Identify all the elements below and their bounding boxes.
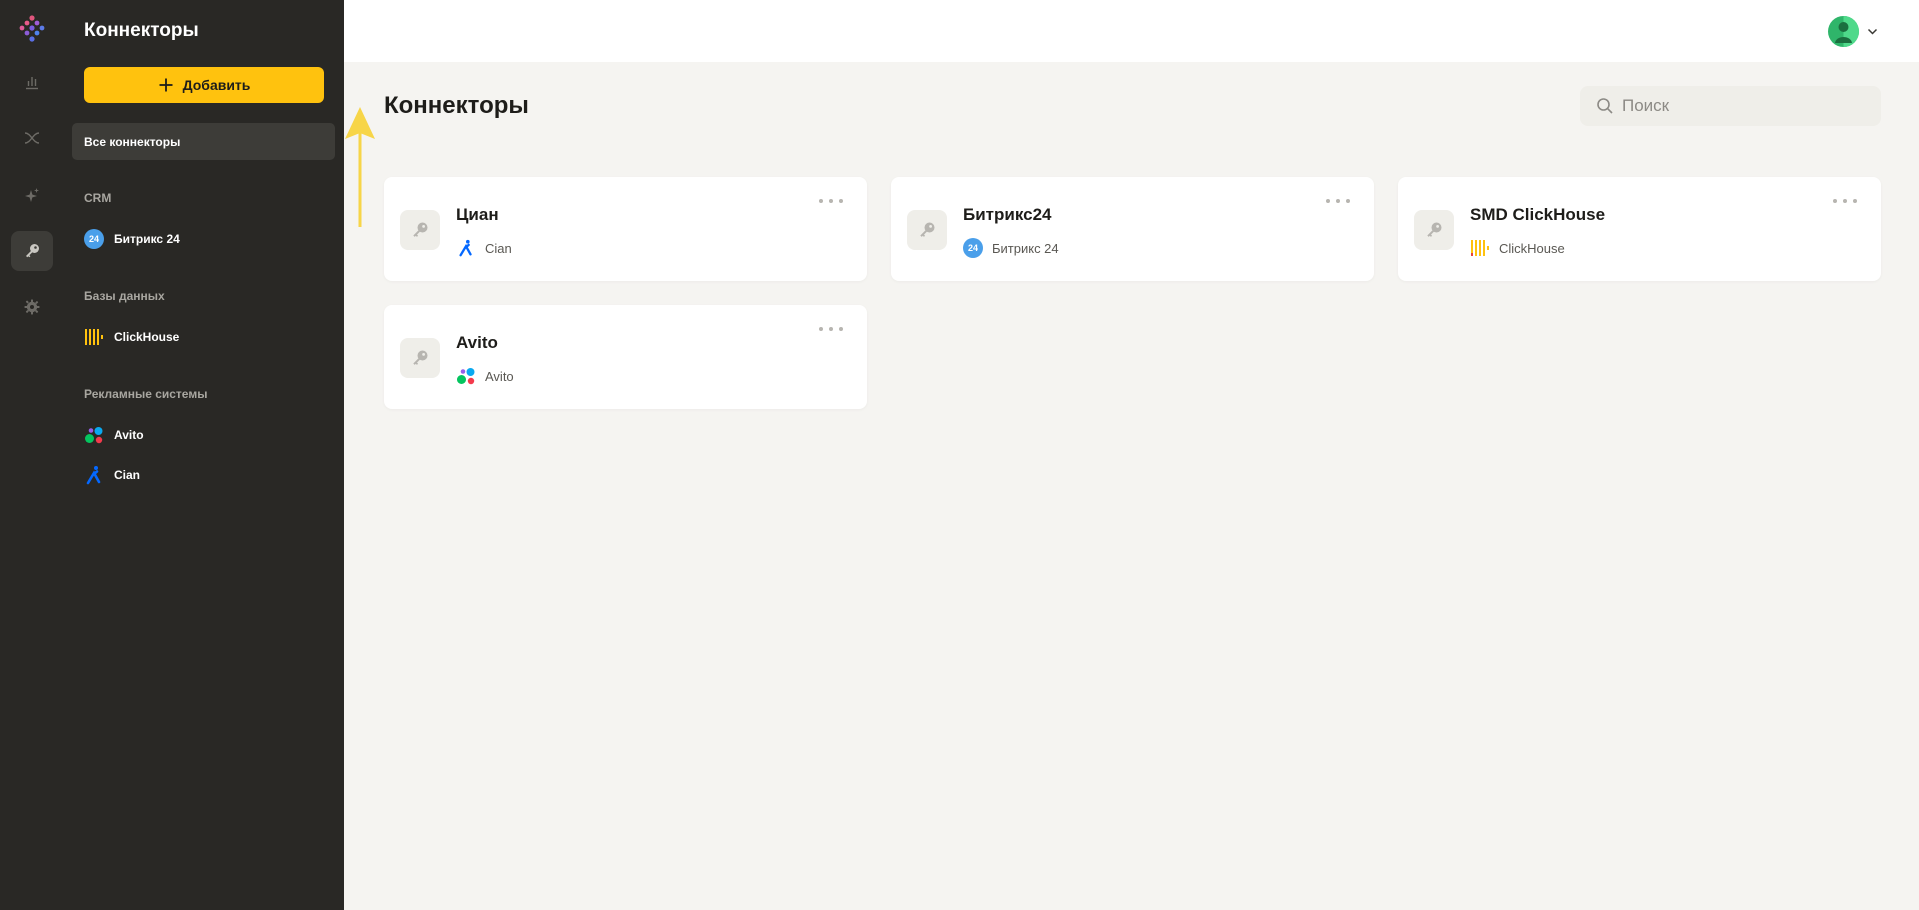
more-dots-icon [839,327,843,331]
sidebar-section-databases: Базы данных [84,289,165,303]
chevron-down-icon[interactable] [1866,25,1879,38]
sidebar-section-crm: CRM [84,191,112,205]
more-options-button[interactable] [819,321,843,337]
connector-name: Битрикс24 [963,205,1052,224]
key-icon [413,222,428,237]
connector-name: SMD ClickHouse [1470,205,1606,224]
app-logo[interactable] [17,14,47,44]
sidebar-item-bitrix24[interactable]: 24 Битрикс 24 [84,227,180,251]
sidebar-item-label: Все коннекторы [84,134,181,149]
rail-ai-button[interactable] [11,175,53,215]
rail-transform-button[interactable] [11,118,53,158]
user-avatar[interactable] [1828,16,1859,47]
search-icon [1597,98,1613,114]
sidebar-title: Коннекторы [84,20,199,41]
sidebar-item-label: ClickHouse [114,330,180,344]
more-dots-icon [1336,199,1340,203]
bitrix24-icon: 24 [84,229,104,249]
more-dots-icon [819,327,823,331]
sidebar-item-cian[interactable]: Cian [84,463,140,487]
connector-card-smd-clickhouse[interactable]: SMD ClickHouse ClickHouse [1398,177,1881,281]
sidebar-item-all-connectors[interactable]: Все коннекторы [72,123,335,160]
avito-icon [457,368,475,385]
annotation-arrow [345,107,375,227]
sidebar-item-label: Битрикс 24 [114,232,180,246]
sidebar-section-ads: Рекламные системы [84,387,208,401]
connector-name: Циан [456,205,499,224]
more-options-button[interactable] [819,193,843,209]
connector-source: Avito [456,366,514,386]
sidebar-item-avito[interactable]: Avito [84,423,144,447]
rail-settings-button[interactable] [11,287,53,327]
bitrix24-icon: 24 [963,238,983,258]
connector-icon-box [907,210,947,250]
plus-icon [159,78,173,92]
connector-source-label: Avito [485,368,514,384]
key-icon [1427,222,1442,237]
connector-source-label: Cian [485,240,512,256]
clickhouse-icon [85,329,103,345]
more-dots-icon [1326,199,1330,203]
sparkles-icon [25,188,39,202]
more-dots-icon [829,327,833,331]
connector-card-cian[interactable]: Циан Cian [384,177,867,281]
connector-card-bitrix24[interactable]: Битрикс24 24 Битрикс 24 [891,177,1374,281]
page-title: Коннекторы [384,92,529,119]
connector-icon-box [1414,210,1454,250]
sidebar-item-clickhouse[interactable]: ClickHouse [84,325,179,349]
top-bar [344,0,1919,62]
connector-source: ClickHouse [1470,238,1565,258]
sidebar: Коннекторы Добавить Все коннекторы CRM 2… [63,0,375,910]
more-dots-icon [829,199,833,203]
more-dots-icon [819,199,823,203]
connector-source: Cian [456,238,512,258]
cian-icon [459,239,472,257]
rail-connectors-button[interactable] [11,231,53,271]
avito-icon [85,427,103,444]
clickhouse-icon [1471,240,1489,256]
connector-source-label: Битрикс 24 [992,240,1059,256]
connector-source-label: ClickHouse [1499,240,1565,256]
connector-source: 24 Битрикс 24 [963,238,1059,258]
key-icon [413,350,428,365]
sidebar-item-label: Cian [114,468,141,482]
add-connector-label: Добавить [182,77,251,93]
connector-icon-box [400,338,440,378]
bar-chart-icon [26,77,38,90]
gear-icon [24,299,40,315]
more-options-button[interactable] [1833,193,1857,209]
more-dots-icon [1843,199,1847,203]
connector-name: Avito [456,333,498,352]
more-options-button[interactable] [1326,193,1350,209]
icon-rail [0,0,63,910]
user-avatar-icon [1828,16,1859,47]
search-input[interactable] [1622,96,1862,116]
more-dots-icon [1346,199,1350,203]
rail-analytics-button[interactable] [11,62,53,102]
add-connector-button[interactable]: Добавить [84,67,324,103]
key-icon [920,222,935,237]
more-dots-icon [1833,199,1837,203]
more-dots-icon [1853,199,1857,203]
connector-icon-box [400,210,440,250]
connector-card-avito[interactable]: Avito Avito [384,305,867,409]
cian-icon [86,466,101,485]
sidebar-item-label: Avito [114,428,144,442]
search-box [1580,86,1881,126]
shuffle-icon [24,132,40,144]
more-dots-icon [839,199,843,203]
key-icon [26,244,39,258]
